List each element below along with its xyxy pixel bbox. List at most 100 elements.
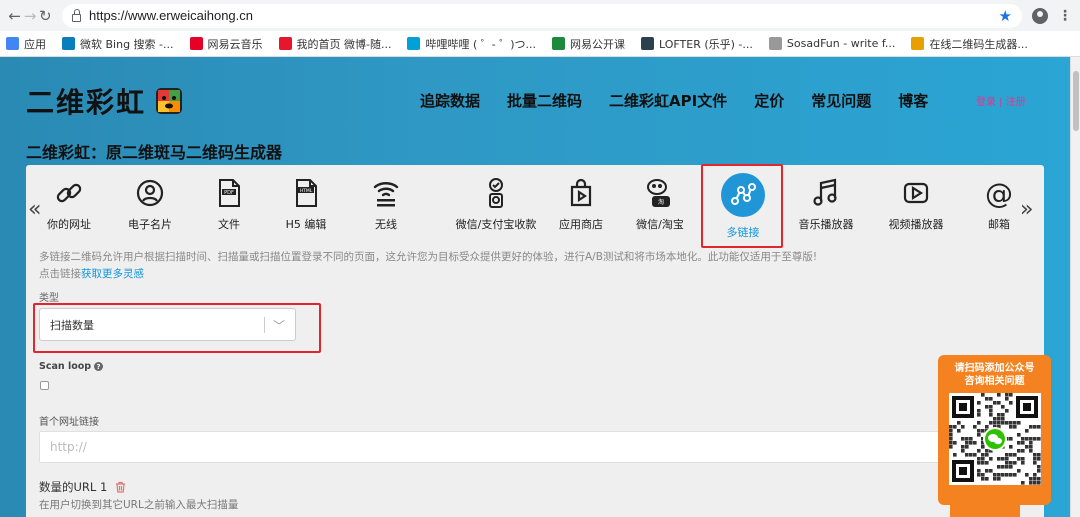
bookmark-item[interactable]: 在线二维码生成器... [911,36,1028,52]
type-label: 微信/淘宝 [636,218,684,231]
bing-icon [62,37,75,50]
type-label: 你的网址 [47,218,91,231]
weibo-icon [278,37,292,50]
first-url-placeholder: http:// [50,440,87,454]
bookmark-label: SosadFun - write f... [786,37,896,50]
type-label: 音乐播放器 [798,218,854,231]
bookmark-item[interactable]: 网易云音乐 [189,36,263,52]
multi-link-description: 多链接二维码允许用户根据扫描时间、扫描量或扫描位置登录不同的页面，这允许您为目标… [39,251,818,263]
generator-panel: « 你的网址 电子名片 PDF 文件 HTML H5 编辑 无线 微信/支付宝收… [26,164,1044,517]
trash-icon[interactable] [115,481,126,493]
inspiration-prefix: 点击链接 [39,268,81,280]
type-music[interactable]: 音乐播放器 [786,177,866,232]
help-icon[interactable]: ? [94,362,104,371]
type-select[interactable]: 扫描数量 ﹀ [39,308,296,341]
url1-help: 在用户切换到其它URL之前输入最大扫描量 [39,499,239,511]
menu-kebab-icon[interactable]: ⋮ [1058,8,1072,24]
qr-code-image [949,393,1041,485]
scan-loop-checkbox[interactable] [40,381,49,390]
login-register-link[interactable]: 登录 | 注册 [976,93,1026,108]
type-label: 电子名片 [128,218,172,231]
bookmark-item[interactable]: 微软 Bing 搜索 -... [62,36,174,52]
svg-text:PDF: PDF [224,190,234,196]
nav-faq[interactable]: 常见问题 [811,90,871,111]
select-separator [264,317,265,333]
bookmark-label: 哔哩哔哩 ( ゜- ゜)つ... [425,37,537,51]
sosadfun-icon [768,37,782,50]
wechat-qr-widget[interactable]: 请扫码添加公众号 咨询相关问题 [938,355,1051,505]
nav-tracking[interactable]: 追踪数据 [420,90,480,111]
lofter-icon [641,37,655,50]
bookmark-label: 微软 Bing 搜索 -... [80,37,174,51]
type-select-value: 扫描数量 [50,318,94,332]
bookmark-label: 在线二维码生成器... [929,37,1028,51]
first-url-input[interactable]: http:// [39,431,1039,463]
type-payment[interactable]: 微信/支付宝收款 [441,177,551,232]
type-vcard[interactable]: 电子名片 [110,177,190,232]
page-subtitle: 二维彩虹：原二维斑马二维码生成器 [26,143,283,162]
nav-blog[interactable]: 博客 [898,90,928,111]
type-wechat-taobao[interactable]: 淘 微信/淘宝 [620,177,700,232]
type-label: 视频播放器 [888,218,944,231]
forward-icon[interactable]: → [23,5,37,27]
nav-batch[interactable]: 批量二维码 [507,90,582,111]
scroll-thumb[interactable] [1073,71,1079,131]
type-label: 微信/支付宝收款 [455,218,537,231]
url1-label: 数量的URL 1 [39,479,126,495]
first-url-label: 首个网址链接 [39,417,99,428]
netease-music-icon [189,37,203,50]
reload-icon[interactable]: ↻ [39,5,52,27]
bookmark-item[interactable]: 我的首页 微博-随... [278,36,391,52]
contact-card-icon [136,179,164,207]
bookmark-label: 网易云音乐 [207,37,263,51]
payment-icon [489,178,503,208]
nav-pricing[interactable]: 定价 [754,90,784,111]
type-url[interactable]: 你的网址 [29,177,109,232]
qr-widget-title: 请扫码添加公众号 咨询相关问题 [938,362,1051,388]
inspiration-link[interactable]: 获取更多灵感 [81,268,144,280]
qr-generator-icon [911,37,925,50]
bookmark-label: LOFTER (乐乎) -... [659,37,753,51]
svg-text:@: @ [985,177,1013,209]
back-icon[interactable]: ← [8,5,21,27]
type-video[interactable]: 视频播放器 [876,177,956,232]
bookmark-star-icon[interactable]: ★ [999,7,1012,25]
type-file[interactable]: PDF 文件 [189,177,269,232]
type-label: 无线 [375,218,397,231]
next-arrow-icon[interactable]: » [1020,197,1033,222]
apps-grid-icon [6,37,19,50]
url1-text: 数量的URL 1 [39,480,108,494]
bookmark-item[interactable]: LOFTER (乐乎) -... [641,36,753,52]
inspiration-line: 点击链接获取更多灵感 [39,266,144,281]
type-app-store[interactable]: 应用商店 [541,177,621,232]
email-at-icon: @ [985,177,1013,209]
video-play-icon [903,182,929,204]
bookmark-item[interactable]: 哔哩哔哩 ( ゜- ゜)つ... [407,36,536,52]
wechat-icon: 淘 [647,179,670,207]
lock-icon [71,8,81,22]
type-h5[interactable]: HTML H5 编辑 [266,177,346,232]
type-multi-link[interactable]: 多链接 [703,173,783,240]
app-store-icon [570,178,592,207]
bookmarks-bar: 应用 微软 Bing 搜索 -... 网易云音乐 我的首页 微博-随... 哔哩哔哩 (… [0,31,1080,57]
type-field-label: 类型 [39,293,59,304]
svg-text:淘: 淘 [658,198,664,206]
address-bar[interactable]: https://www.erweicaihong.cn ★ [61,3,1022,28]
multi-link-icon [721,173,765,217]
chevron-down-icon: ﹀ [272,319,285,333]
type-wifi[interactable]: 无线 [346,177,426,232]
nav-api[interactable]: 二维彩虹API文件 [609,90,727,111]
top-nav: 追踪数据 批量二维码 二维彩虹API文件 定价 常见问题 博客 [420,90,955,111]
bookmark-item[interactable]: 应用 [6,36,46,52]
music-icon [813,178,837,206]
pdf-file-icon: PDF [219,179,240,207]
type-label: 文件 [218,218,240,231]
page-scrollbar[interactable] [1070,57,1080,517]
site-page: 二维彩虹 追踪数据 批量二维码 二维彩虹API文件 定价 常见问题 博客 登录 … [0,57,1070,517]
netease-open-icon [552,37,566,50]
site-logo[interactable]: 二维彩虹 [26,81,184,121]
bookmark-item[interactable]: SosadFun - write f... [768,37,896,50]
profile-icon[interactable] [1031,7,1048,24]
url-text: https://www.erweicaihong.cn [88,8,254,23]
bookmark-item[interactable]: 网易公开课 [552,36,625,52]
